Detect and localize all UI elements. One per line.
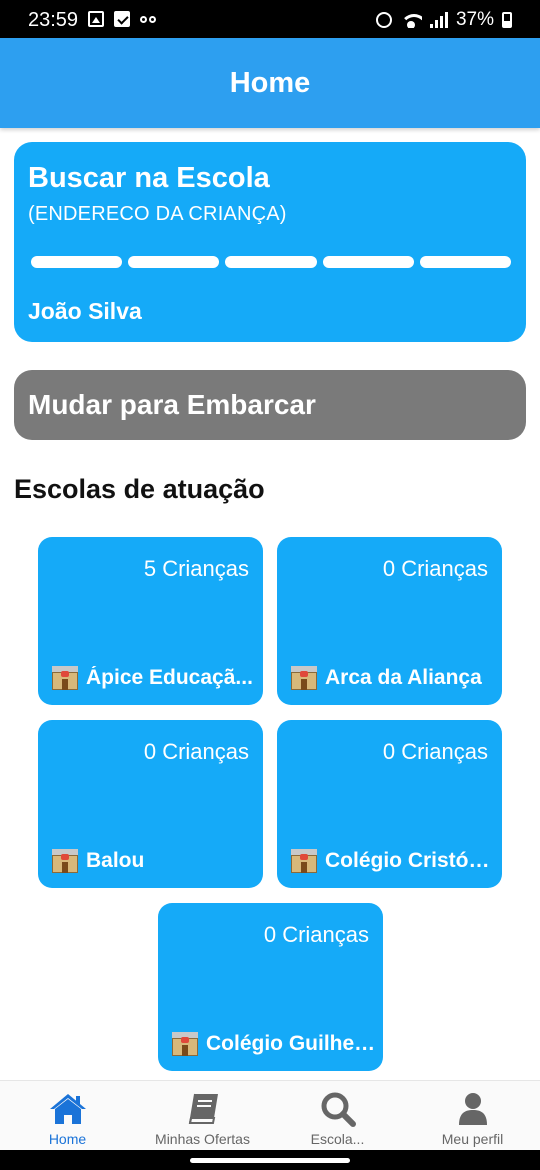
nav-label-offers: Minhas Ofertas xyxy=(155,1131,250,1147)
school-icon xyxy=(290,849,318,873)
trip-title: Buscar na Escola xyxy=(28,162,270,194)
nav-item-home[interactable]: Home xyxy=(0,1081,135,1150)
schools-section-title: Escolas de atuação xyxy=(14,474,265,504)
alarm-icon xyxy=(375,12,392,28)
app-bar: Home xyxy=(0,38,540,128)
progress-segment xyxy=(419,256,512,268)
nav-label-home: Home xyxy=(48,1131,87,1147)
page-title: Home xyxy=(229,66,311,99)
trip-driver-name: João Silva xyxy=(28,298,142,324)
trip-address: (ENDERECO DA CRIANÇA) xyxy=(28,203,287,225)
person-icon xyxy=(453,1091,493,1127)
progress-segment xyxy=(31,256,123,268)
nav-label-profile: Meu perfil xyxy=(441,1131,504,1147)
school-name: Colégio Guilherm... xyxy=(206,1032,377,1055)
school-name: Arca da Aliança xyxy=(325,666,482,689)
system-icons: 37% xyxy=(375,9,512,31)
school-name: Balou xyxy=(86,849,145,872)
battery-percent: 37% xyxy=(455,9,494,30)
progress-segment xyxy=(128,256,220,268)
school-icon xyxy=(290,666,318,690)
school-children-count: 0 Crianças xyxy=(263,922,369,947)
school-card[interactable]: 0 Crianças Colégio Guilherm... xyxy=(158,903,383,1071)
search-icon xyxy=(318,1091,358,1127)
battery-icon xyxy=(502,12,512,28)
gesture-navigation-bar xyxy=(0,1150,540,1170)
school-name: Colégio Cristóvã... xyxy=(325,849,496,872)
school-card[interactable]: 5 Crianças Ápice Educaçã... xyxy=(38,537,263,705)
school-card[interactable]: 0 Crianças Balou xyxy=(38,720,263,888)
progress-segment xyxy=(322,256,414,268)
school-children-count: 0 Crianças xyxy=(382,739,488,764)
bottom-navigation: Home Minhas Ofertas Escola... Meu perfil xyxy=(0,1080,540,1150)
school-card[interactable]: 0 Crianças Colégio Cristóvã... xyxy=(277,720,502,888)
status-time: 23:59 xyxy=(28,9,79,31)
trip-card[interactable]: Buscar na Escola (ENDERECO DA CRIANÇA) J… xyxy=(14,142,526,342)
image-notification-icon xyxy=(88,11,104,27)
school-icon xyxy=(171,1032,199,1056)
progress-segment xyxy=(225,256,317,268)
school-children-count: 0 Crianças xyxy=(143,739,249,764)
home-icon xyxy=(48,1091,88,1127)
school-children-count: 5 Crianças xyxy=(143,556,249,581)
book-icon xyxy=(183,1091,223,1127)
voicemail-icon xyxy=(140,11,158,27)
school-name: Ápice Educaçã... xyxy=(86,666,253,689)
switch-to-boarding-button[interactable]: Mudar para Embarcar xyxy=(14,370,526,440)
wifi-icon xyxy=(399,12,422,28)
nav-label-schools: Escola... xyxy=(310,1131,365,1147)
school-icon xyxy=(51,849,79,873)
checkbox-notification-icon xyxy=(114,11,130,27)
nav-item-schools[interactable]: Escola... xyxy=(270,1081,405,1150)
school-children-count: 0 Crianças xyxy=(382,556,488,581)
nav-item-profile[interactable]: Meu perfil xyxy=(405,1081,540,1150)
signal-icon xyxy=(429,12,448,28)
status-bar: 23:59 37% xyxy=(0,0,540,38)
trip-progress xyxy=(31,256,512,268)
school-icon xyxy=(51,666,79,690)
school-card[interactable]: 0 Crianças Arca da Aliança xyxy=(277,537,502,705)
nav-item-offers[interactable]: Minhas Ofertas xyxy=(135,1081,270,1150)
notification-icons xyxy=(88,11,158,27)
